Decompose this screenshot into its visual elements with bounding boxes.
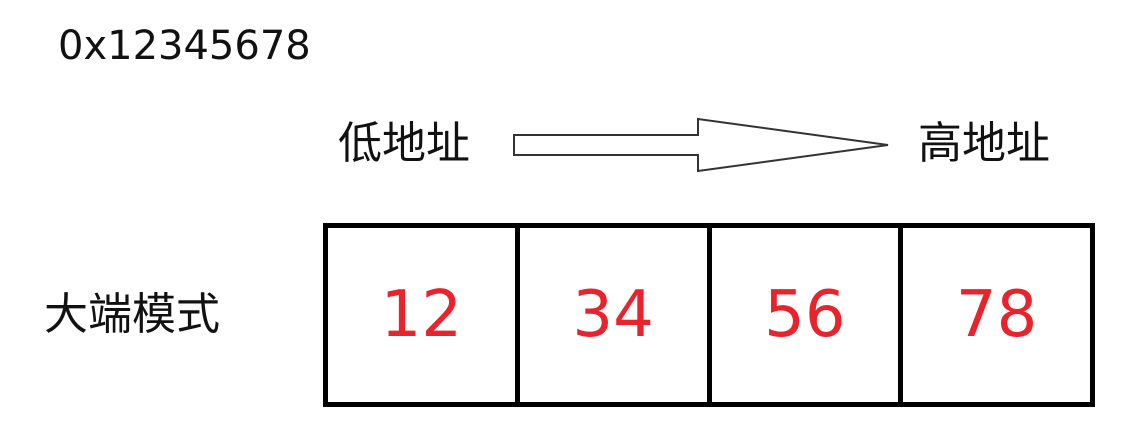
mode-label: 大端模式 (44, 289, 220, 340)
low-address-label: 低地址 (338, 118, 470, 169)
hex-value: 0x12345678 (58, 23, 311, 69)
right-arrow-icon (513, 117, 889, 173)
byte-cell: 56 (706, 228, 899, 402)
byte-cell: 12 (380, 278, 463, 352)
byte-row: 12 34 56 78 (323, 223, 1095, 407)
byte-cell: 78 (898, 228, 1090, 402)
high-address-label: 高地址 (918, 118, 1050, 169)
byte-cell: 34 (514, 228, 707, 402)
